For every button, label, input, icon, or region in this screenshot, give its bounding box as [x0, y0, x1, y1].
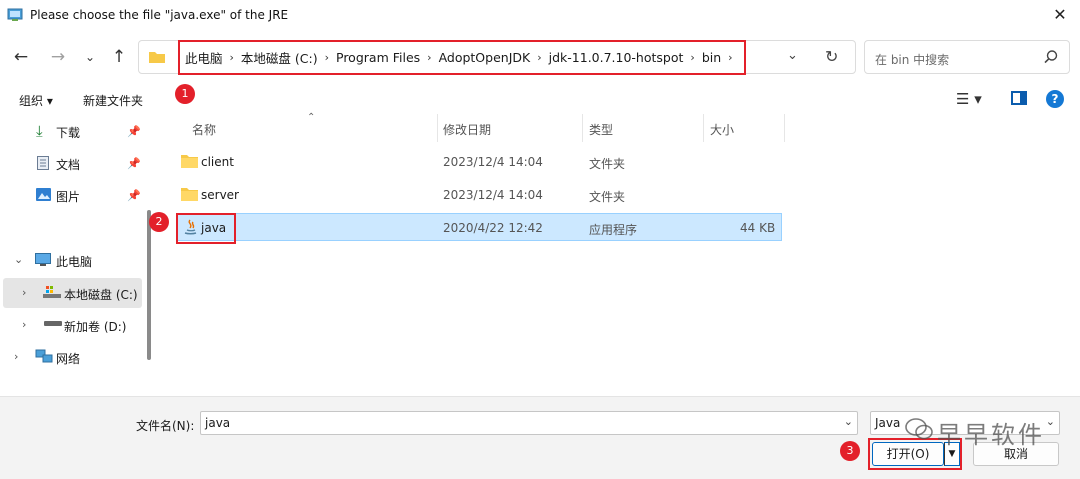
- crumb-jdk[interactable]: jdk-11.0.7.10-hotspot: [543, 50, 690, 65]
- up-arrow-icon[interactable]: ↑: [108, 46, 130, 68]
- address-dropdown-icon[interactable]: ⌄: [787, 48, 798, 63]
- crumb-bin[interactable]: bin: [696, 50, 727, 65]
- file-type: 应用程序: [589, 223, 638, 237]
- cancel-button[interactable]: 取消: [973, 442, 1059, 466]
- filename-label: 文件名(N):: [136, 419, 195, 433]
- drive-icon: [44, 321, 62, 326]
- help-icon[interactable]: ?: [1046, 90, 1064, 108]
- drive-icon: [43, 286, 61, 298]
- file-type: 文件夹: [589, 190, 626, 204]
- file-name: server: [201, 188, 239, 202]
- organize-button[interactable]: 组织 ▾: [19, 92, 53, 109]
- sidebar-item-label: 新加卷 (D:): [64, 320, 127, 334]
- pin-icon[interactable]: 📌: [127, 125, 141, 138]
- file-modified: 2020/4/22 12:42: [443, 221, 543, 235]
- new-folder-button[interactable]: 新建文件夹: [83, 92, 143, 109]
- chevron-down-icon[interactable]: ⌄: [14, 253, 23, 266]
- sidebar-item-downloads[interactable]: ⤓ 下载 📌: [0, 116, 142, 146]
- annotation-badge-2: 2: [149, 212, 169, 232]
- column-divider[interactable]: [703, 114, 704, 142]
- pin-icon[interactable]: 📌: [127, 157, 141, 170]
- file-name: client: [201, 155, 234, 169]
- pin-icon[interactable]: 📌: [127, 189, 141, 202]
- network-icon: [35, 349, 53, 363]
- sidebar-item-local-disk-c[interactable]: › 本地磁盘 (C:): [3, 278, 142, 308]
- sidebar-item-documents[interactable]: 文档 📌: [0, 148, 142, 178]
- file-row-server[interactable]: server 2023/12/4 14:04 文件夹: [176, 181, 782, 209]
- file-row-client[interactable]: client 2023/12/4 14:04 文件夹: [176, 148, 782, 176]
- navigation-bar: ← → ⌄ ↑ 此电脑 › 本地磁盘 (C:) › Program Files …: [0, 38, 1080, 76]
- file-type: 文件夹: [589, 157, 626, 171]
- column-header-name[interactable]: 名称: [192, 121, 216, 149]
- back-arrow-icon[interactable]: ←: [10, 46, 32, 68]
- sidebar-item-label: 文档: [56, 158, 81, 172]
- column-header-modified[interactable]: 修改日期: [443, 121, 491, 149]
- sort-ascending-icon: ⌃: [307, 112, 316, 123]
- crumb-this-pc[interactable]: 此电脑: [179, 48, 229, 67]
- column-divider[interactable]: [582, 114, 583, 142]
- sidebar-item-label: 网络: [56, 352, 81, 366]
- column-divider[interactable]: [784, 114, 785, 142]
- sidebar-item-this-pc[interactable]: ⌄ 此电脑: [0, 245, 142, 275]
- computer-icon: [35, 253, 51, 266]
- search-box[interactable]: 在 bin 中搜索: [864, 40, 1070, 74]
- chevron-right-icon[interactable]: ›: [22, 286, 26, 299]
- close-icon[interactable]: ✕: [1050, 5, 1070, 25]
- column-header-size[interactable]: 大小: [710, 121, 734, 149]
- download-icon: ⤓: [36, 122, 43, 140]
- breadcrumb: 此电脑 › 本地磁盘 (C:) › Program Files › AdoptO…: [179, 41, 734, 73]
- chevron-down-icon[interactable]: ⌄: [1046, 415, 1055, 428]
- sidebar-item-label: 本地磁盘 (C:): [64, 288, 138, 302]
- window-title: Please choose the file "java.exe" of the…: [30, 8, 289, 22]
- address-bar[interactable]: 此电脑 › 本地磁盘 (C:) › Program Files › AdoptO…: [138, 40, 856, 74]
- chevron-right-icon[interactable]: ›: [22, 318, 26, 331]
- sidebar-item-label: 图片: [56, 190, 81, 204]
- folder-icon: [181, 188, 198, 201]
- crumb-adoptopenjdk[interactable]: AdoptOpenJDK: [433, 50, 537, 65]
- sidebar-item-label: 此电脑: [56, 255, 93, 269]
- java-exe-icon: [184, 219, 197, 235]
- filename-value: java: [205, 416, 231, 430]
- folder-icon: [181, 155, 198, 168]
- file-name: java: [201, 221, 227, 235]
- open-dropdown-arrow-icon[interactable]: ▼: [944, 442, 960, 466]
- app-icon: [7, 8, 23, 21]
- open-button[interactable]: 打开(O): [872, 442, 944, 466]
- sidebar-scrollbar[interactable]: [147, 210, 151, 360]
- file-modified: 2023/12/4 14:04: [443, 155, 543, 169]
- forward-arrow-icon[interactable]: →: [47, 46, 69, 68]
- chevron-down-icon[interactable]: ⌄: [844, 415, 853, 428]
- crumb-local-disk[interactable]: 本地磁盘 (C:): [235, 48, 324, 67]
- document-icon: [37, 156, 49, 170]
- file-type-value: Java: [875, 416, 901, 430]
- navigation-pane: ⤓ 下载 📌 文档 📌 图片 📌 ⌄ 此电脑 › 本地磁盘 (C:) › 新加卷…: [0, 114, 146, 396]
- file-row-java[interactable]: java 2020/4/22 12:42 应用程序 44 KB: [176, 213, 782, 241]
- file-type-select[interactable]: Java ⌄: [870, 411, 1060, 435]
- file-modified: 2023/12/4 14:04: [443, 188, 543, 202]
- column-header-type[interactable]: 类型: [589, 121, 613, 149]
- search-input[interactable]: 在 bin 中搜索: [875, 51, 949, 68]
- folder-icon: [149, 52, 165, 63]
- footer-panel: 文件名(N): java ⌄ Java ⌄ 打开(O) ▼ 取消: [0, 396, 1080, 479]
- refresh-icon[interactable]: ↻: [825, 47, 838, 66]
- column-divider[interactable]: [437, 114, 438, 142]
- sidebar-item-label: 下载: [56, 126, 81, 140]
- file-list: ⌃ 名称 修改日期 类型 大小 client 2023/12/4 14:04 文…: [160, 112, 1080, 396]
- title-bar: Please choose the file "java.exe" of the…: [0, 0, 1080, 32]
- sidebar-item-new-volume-d[interactable]: › 新加卷 (D:): [0, 310, 142, 340]
- file-size: 44 KB: [740, 221, 776, 235]
- preview-pane-icon[interactable]: [1011, 91, 1027, 105]
- crumb-program-files[interactable]: Program Files: [330, 50, 426, 65]
- view-options-icon[interactable]: ☰ ▾: [956, 90, 982, 108]
- filename-field[interactable]: java ⌄: [200, 411, 858, 435]
- chevron-right-icon[interactable]: ›: [727, 51, 733, 64]
- annotation-badge-3: 3: [840, 441, 860, 461]
- chevron-right-icon[interactable]: ›: [14, 350, 18, 363]
- sidebar-item-network[interactable]: › 网络: [0, 342, 142, 372]
- picture-icon: [36, 188, 51, 201]
- recent-locations-chevron-icon[interactable]: ⌄: [79, 46, 101, 68]
- search-icon: [1044, 50, 1058, 64]
- sidebar-item-pictures[interactable]: 图片 📌: [0, 180, 142, 210]
- command-bar: 组织 ▾ 新建文件夹 ☰ ▾ ?: [0, 84, 1080, 114]
